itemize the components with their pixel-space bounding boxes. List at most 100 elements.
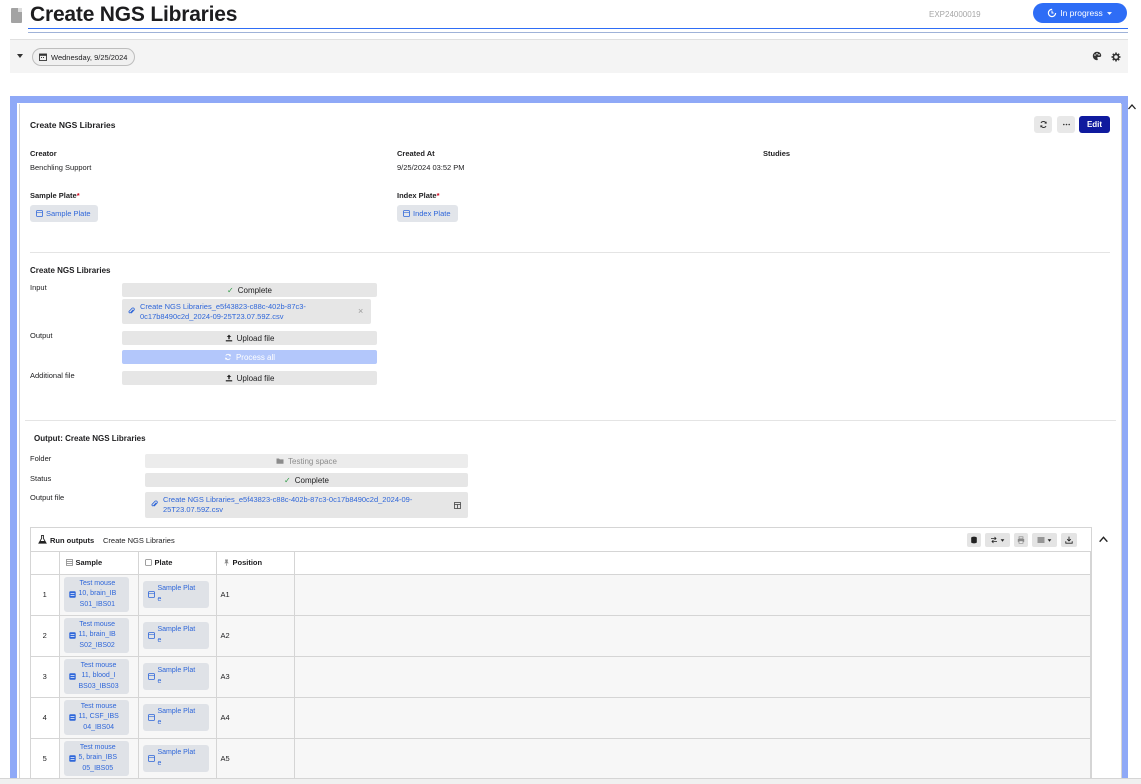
input-file-name-line2: 0c17b8490c2d_2024-09-25T23.07.59Z.csv xyxy=(140,312,284,321)
sample-cell[interactable]: Test mouse 11, blood_I BS03_IBS03 xyxy=(59,656,139,698)
empty-cell xyxy=(294,738,1091,780)
input-status: ✓ Complete xyxy=(122,283,377,297)
plate-link[interactable]: Sample Plat e xyxy=(142,622,209,649)
required-marker: * xyxy=(436,191,440,200)
sample-cell[interactable]: Test mouse 11, CSF_IBS 04_IBS04 xyxy=(59,697,139,739)
status-value: Complete xyxy=(294,475,329,485)
sample-link[interactable]: Test mouse 11, brain_IB S02_IBS02 xyxy=(63,617,129,654)
position-cell[interactable]: A1 xyxy=(216,574,295,616)
plate-icon xyxy=(403,210,410,217)
sample-link[interactable]: Test mouse 11, CSF_IBS 04_IBS04 xyxy=(63,699,129,736)
output-file-link[interactable]: Create NGS Libraries_e5f43823-c88c-402b-… xyxy=(145,492,468,518)
progress-icon xyxy=(1048,8,1057,18)
plate-icon xyxy=(147,673,155,680)
columns-dropdown-button[interactable] xyxy=(1032,533,1057,547)
sample-cell[interactable]: Test mouse 11, brain_IB S02_IBS02 xyxy=(59,615,139,657)
sample-link[interactable]: Test mouse 5, brain_IBS 05_IBS05 xyxy=(63,740,129,777)
index-plate-value: Index Plate xyxy=(413,209,451,218)
plate-name-line: Sample Plat xyxy=(157,585,196,592)
grid-toolbar xyxy=(967,533,1077,547)
chevron-up-icon[interactable] xyxy=(1098,534,1109,545)
sample-link[interactable]: Test mouse 10, brain_IB S01_IBS01 xyxy=(63,576,129,613)
edit-button[interactable]: Edit xyxy=(1079,116,1110,133)
sample-plate-link[interactable]: Sample Plate xyxy=(30,205,98,222)
upload-icon xyxy=(225,374,232,382)
input-label: Input xyxy=(30,283,47,292)
plate-cell[interactable]: Sample Plat e xyxy=(138,697,217,739)
empty-cell xyxy=(294,656,1091,698)
sample-name-line: BS03_IBS03 xyxy=(78,682,119,690)
paperclip-icon xyxy=(128,307,135,314)
chevron-down-icon xyxy=(1106,11,1112,15)
additional-upload-button[interactable]: Upload file xyxy=(122,371,377,385)
studies-label: Studies xyxy=(763,149,791,158)
print-button[interactable] xyxy=(1014,533,1028,547)
section-divider xyxy=(25,420,1116,421)
experiment-id: EXP24000019 xyxy=(929,10,981,19)
table-row: 2 Test mouse 11, brain_IB S02_IBS02 Sample P… xyxy=(31,615,1091,657)
plate-name-line: e xyxy=(157,636,162,644)
sample-name-line: 11, blood_I xyxy=(81,672,116,680)
sample-cell[interactable]: Test mouse 5, brain_IBS 05_IBS05 xyxy=(59,738,139,780)
refresh-icon xyxy=(225,353,231,361)
table-icon[interactable] xyxy=(454,502,461,509)
position-cell[interactable]: A2 xyxy=(216,615,295,657)
folder-label: Folder xyxy=(30,454,52,463)
table-row: 1 Test mouse 10, brain_IB S01_IBS01 Sample P… xyxy=(31,574,1091,616)
input-file-link[interactable]: Create NGS Libraries_e5f43823-c88c-402b-… xyxy=(122,299,371,324)
section-divider xyxy=(30,252,1110,253)
plate-link[interactable]: Sample Plat e xyxy=(142,745,209,772)
flask-icon xyxy=(38,535,47,544)
column-header-position[interactable]: Position xyxy=(216,552,295,575)
chevron-up-icon[interactable] xyxy=(1127,102,1137,112)
transform-dropdown-button[interactable] xyxy=(985,533,1010,547)
plate-cell[interactable]: Sample Plat e xyxy=(138,615,217,657)
table-row: 4 Test mouse 11, CSF_IBS 04_IBS04 Sample Pla… xyxy=(31,697,1091,739)
plate-link[interactable]: Sample Plat e xyxy=(142,581,209,608)
palette-icon[interactable] xyxy=(1092,51,1102,61)
plate-link[interactable]: Sample Plat e xyxy=(142,663,209,690)
row-number: 1 xyxy=(31,574,60,616)
chevron-down-icon xyxy=(1047,538,1052,542)
plate-cell[interactable]: Sample Plat e xyxy=(138,738,217,780)
output-upload-button[interactable]: Upload file xyxy=(122,331,377,345)
column-header-sample[interactable]: Sample xyxy=(59,552,139,575)
refresh-button[interactable] xyxy=(1034,116,1052,133)
table-row: 3 Test mouse 11, blood_I BS03_IBS03 Sample P… xyxy=(31,656,1091,698)
grid-subtitle: Create NGS Libraries xyxy=(103,536,175,545)
sample-name-line: 04_IBS04 xyxy=(83,723,115,731)
plate-cell[interactable]: Sample Plat e xyxy=(138,656,217,698)
collapse-caret-icon[interactable] xyxy=(17,54,23,58)
more-options-button[interactable] xyxy=(1057,116,1075,133)
plate-icon xyxy=(144,559,152,567)
plate-cell[interactable]: Sample Plat e xyxy=(138,574,217,616)
date-chip[interactable]: Wednesday, 9/25/2024 xyxy=(32,48,136,66)
empty-header xyxy=(294,552,1091,575)
download-button[interactable] xyxy=(1061,533,1077,547)
plate-icon xyxy=(147,755,155,762)
horizontal-scrollbar[interactable] xyxy=(0,778,1141,784)
plate-name-line: Sample Plat xyxy=(157,626,196,633)
row-number: 3 xyxy=(31,656,60,698)
input-status-label: Complete xyxy=(237,285,272,295)
process-all-button[interactable]: Process all xyxy=(122,350,377,364)
empty-cell xyxy=(294,615,1091,657)
database-button[interactable] xyxy=(967,533,981,547)
additional-upload-label: Upload file xyxy=(236,373,275,383)
sample-cell[interactable]: Test mouse 10, brain_IB S01_IBS01 xyxy=(59,574,139,616)
column-label: Sample xyxy=(75,558,103,568)
plate-link[interactable]: Sample Plat e xyxy=(142,704,209,731)
status-dropdown-button[interactable]: In progress xyxy=(1033,3,1127,23)
column-header-plate[interactable]: Plate xyxy=(138,552,217,575)
created-at-label: Created At xyxy=(397,149,435,158)
date-label: Wednesday, 9/25/2024 xyxy=(51,52,128,62)
gear-icon[interactable] xyxy=(1111,52,1121,62)
index-plate-link[interactable]: Index Plate xyxy=(397,205,458,222)
remove-file-icon[interactable]: × xyxy=(358,306,363,316)
position-cell[interactable]: A4 xyxy=(216,697,295,739)
position-cell[interactable]: A5 xyxy=(216,738,295,780)
plate-name-line: Sample Plat xyxy=(157,708,196,715)
position-cell[interactable]: A3 xyxy=(216,656,295,698)
sample-link[interactable]: Test mouse 11, blood_I BS03_IBS03 xyxy=(63,658,129,695)
output-label: Output xyxy=(30,331,53,340)
